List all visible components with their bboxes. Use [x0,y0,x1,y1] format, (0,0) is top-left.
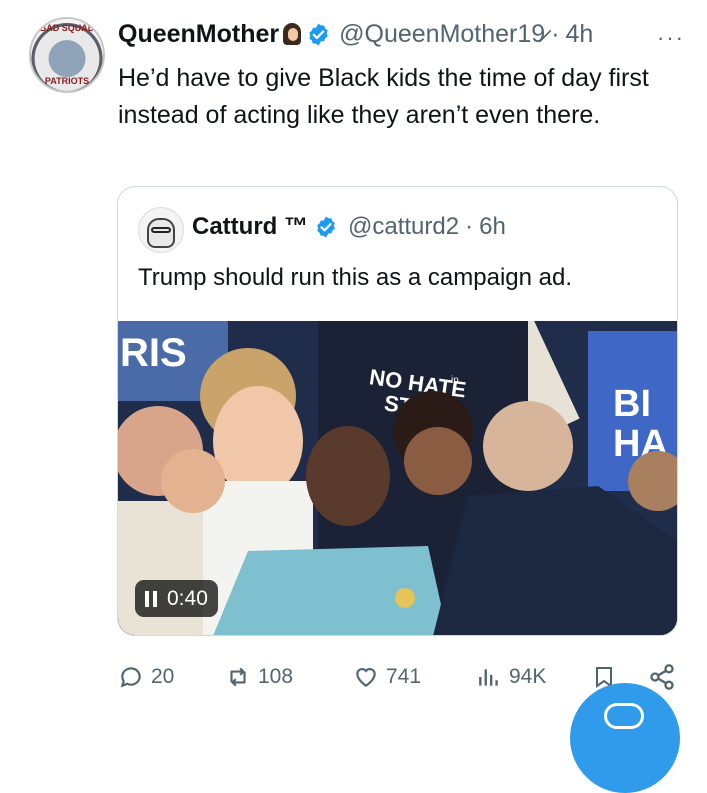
heart-icon [356,668,376,687]
sign-right-text-1: BI [613,383,651,425]
views-chart-icon [479,669,498,686]
avatar-ring-top: BAD SQUAD [39,23,95,33]
views-button[interactable]: 94K [476,660,546,694]
tweet-header: QueenMother @QueenMother19̷ · 4h [118,18,593,50]
repost-count: 108 [258,665,294,688]
reply-count: 20 [151,665,175,688]
video-duration: 0:40 [167,586,208,610]
compose-button[interactable] [570,683,680,793]
verified-badge-icon [309,23,328,45]
woman-emoji-icon [283,23,302,45]
repost-button[interactable]: 108 [225,660,293,694]
author-name[interactable]: QueenMother [118,20,279,49]
quoted-tweet[interactable]: Catturd ™ @catturd2 · 6h Trump should ru… [117,186,678,636]
quoted-header: Catturd ™ @catturd2 · 6h [192,213,506,241]
like-button[interactable]: 741 [353,660,421,694]
quoted-timestamp[interactable]: 6h [479,213,506,241]
separator-dot: · [551,19,560,48]
quoted-separator-dot: · [465,213,474,240]
timestamp[interactable]: 4h [566,20,594,49]
avatar-ring-bottom: PATRIOTS [44,76,90,86]
verified-badge-icon [317,216,335,238]
tweet-text: He’d have to give Black kids the time of… [118,64,649,129]
reply-icon [120,667,141,688]
reply-button[interactable]: 20 [118,660,174,694]
views-count: 94K [509,665,547,688]
sign-left-text: RIS [120,331,187,375]
author-handle[interactable]: @QueenMother19̷ [339,20,545,49]
quoted-avatar[interactable] [138,207,184,253]
share-icon[interactable] [648,663,676,691]
glasses-icon [151,227,171,233]
quoted-author-name[interactable]: Catturd ™ [192,213,308,241]
quoted-author-handle[interactable]: @catturd2 [348,213,459,241]
video-player[interactable]: RIS BI HA NO HATE in STATE 0 [118,321,677,635]
compose-icon [604,703,644,729]
shirt-text-small: in [451,375,459,386]
action-bar: 20 108 741 94K [118,660,678,694]
more-options-icon[interactable]: ··· [657,25,685,51]
pause-icon[interactable] [145,590,157,607]
like-count: 741 [386,665,422,688]
quoted-tweet-text: Trump should run this as a campaign ad. [138,264,573,291]
cat-icon [147,218,175,248]
repost-icon [230,667,246,687]
video-timer[interactable]: 0:40 [135,580,218,617]
profile-avatar[interactable]: BAD SQUAD PATRIOTS [29,17,105,93]
